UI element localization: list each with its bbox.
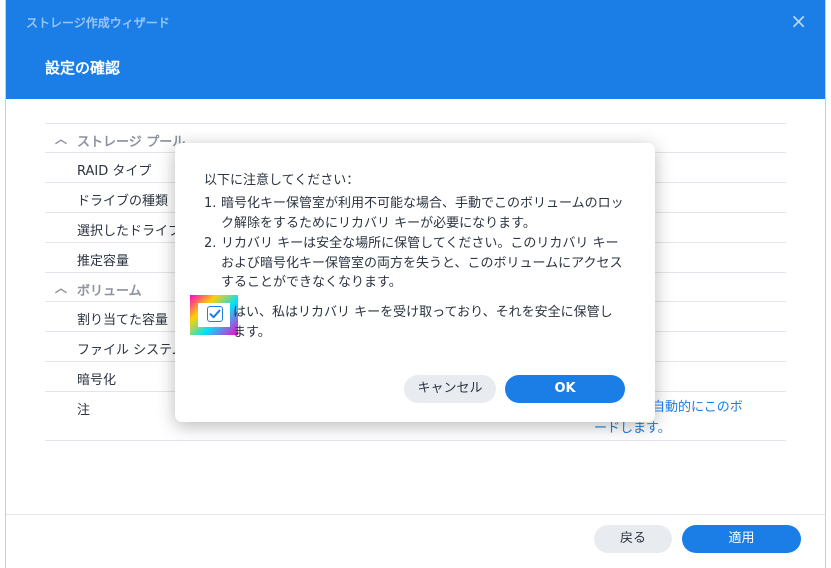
close-icon[interactable]: × xyxy=(790,9,807,33)
chevron-up-icon: ︿ xyxy=(55,132,68,146)
dialog-intro: 以下に注意してください： xyxy=(204,173,360,188)
section-title: ボリューム xyxy=(77,284,142,299)
list-text: 暗号化キー保管室が利用不可能な場合、手動でこのボリュームのロック解除をするために… xyxy=(221,196,624,231)
list-item: 1. 暗号化キー保管室が利用不可能な場合、手動でこのボリュームのロック解除をする… xyxy=(204,194,629,233)
checkmark-icon xyxy=(209,309,221,319)
wizard-footer: 戻る 適用 xyxy=(6,514,825,568)
row-label: ドライブの種類 xyxy=(77,194,169,209)
list-number: 2. xyxy=(204,236,217,251)
row-label: RAID タイプ xyxy=(77,164,152,179)
row-label: 注 xyxy=(77,403,91,418)
list-item: 2. リカバリ キーは安全な場所に保管してください。このリカバリ キーおよび暗号… xyxy=(204,234,629,293)
window-title: ストレージ作成ウィザード xyxy=(26,16,170,30)
row-label: 選択したドライブ xyxy=(77,224,182,239)
page-title: 設定の確認 xyxy=(45,59,121,77)
recovery-key-warning-dialog: 以下に注意してください： 1. 暗号化キー保管室が利用不可能な場合、手動でこのボ… xyxy=(175,143,655,422)
row-label: 割り当てた容量 xyxy=(77,313,169,328)
cancel-button[interactable]: キャンセル xyxy=(404,375,496,403)
ok-button[interactable]: OK xyxy=(505,375,625,403)
row-label: ファイル システム xyxy=(77,343,185,358)
list-text: リカバリ キーは安全な場所に保管してください。このリカバリ キーおよび暗号化キー… xyxy=(221,236,623,290)
confirm-checkbox[interactable] xyxy=(207,306,223,322)
checkbox-label[interactable]: はい、私はリカバリ キーを受け取っており、それを安全に保管します。 xyxy=(233,303,623,343)
checkbox-container xyxy=(198,303,230,327)
apply-button[interactable]: 適用 xyxy=(682,525,801,553)
list-number: 1. xyxy=(204,196,217,211)
section-title: ストレージ プール xyxy=(77,135,186,150)
checkbox-highlight xyxy=(190,295,238,335)
warning-list: 1. 暗号化キー保管室が利用不可能な場合、手動でこのボリュームのロック解除をする… xyxy=(204,194,629,294)
wizard-header: ストレージ作成ウィザード × 設定の確認 xyxy=(6,0,825,99)
back-button[interactable]: 戻る xyxy=(594,525,672,553)
chevron-up-icon: ︿ xyxy=(55,281,68,295)
row-label: 推定容量 xyxy=(77,254,130,269)
row-label: 暗号化 xyxy=(77,373,117,388)
